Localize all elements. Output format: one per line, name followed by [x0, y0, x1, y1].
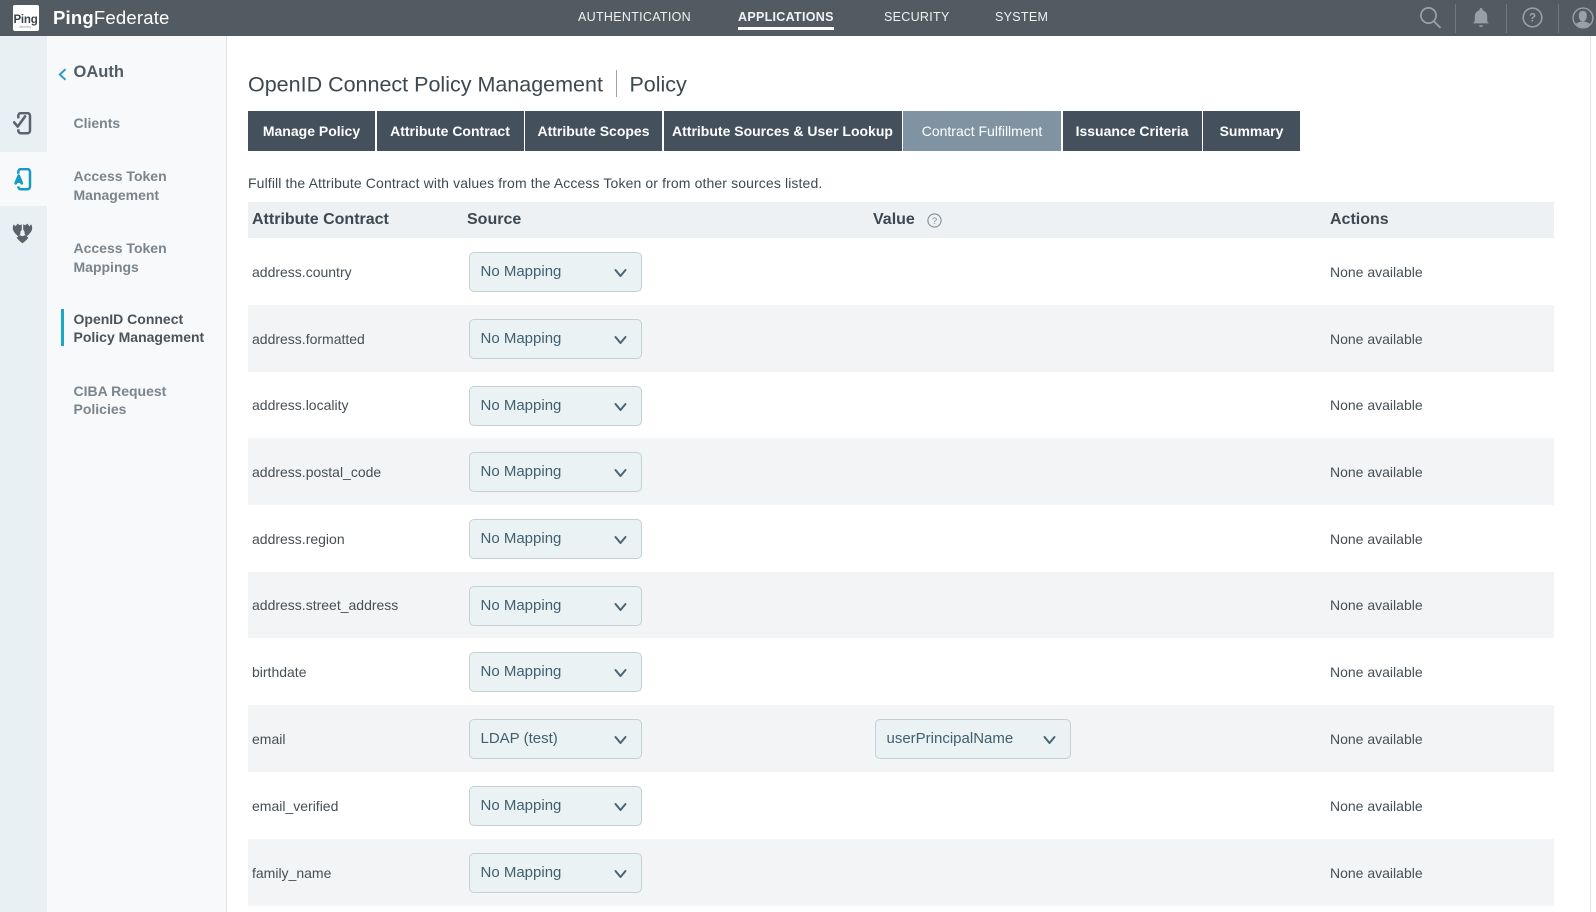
svg-text:?: ? [1529, 13, 1536, 25]
svg-text:?: ? [931, 216, 936, 227]
